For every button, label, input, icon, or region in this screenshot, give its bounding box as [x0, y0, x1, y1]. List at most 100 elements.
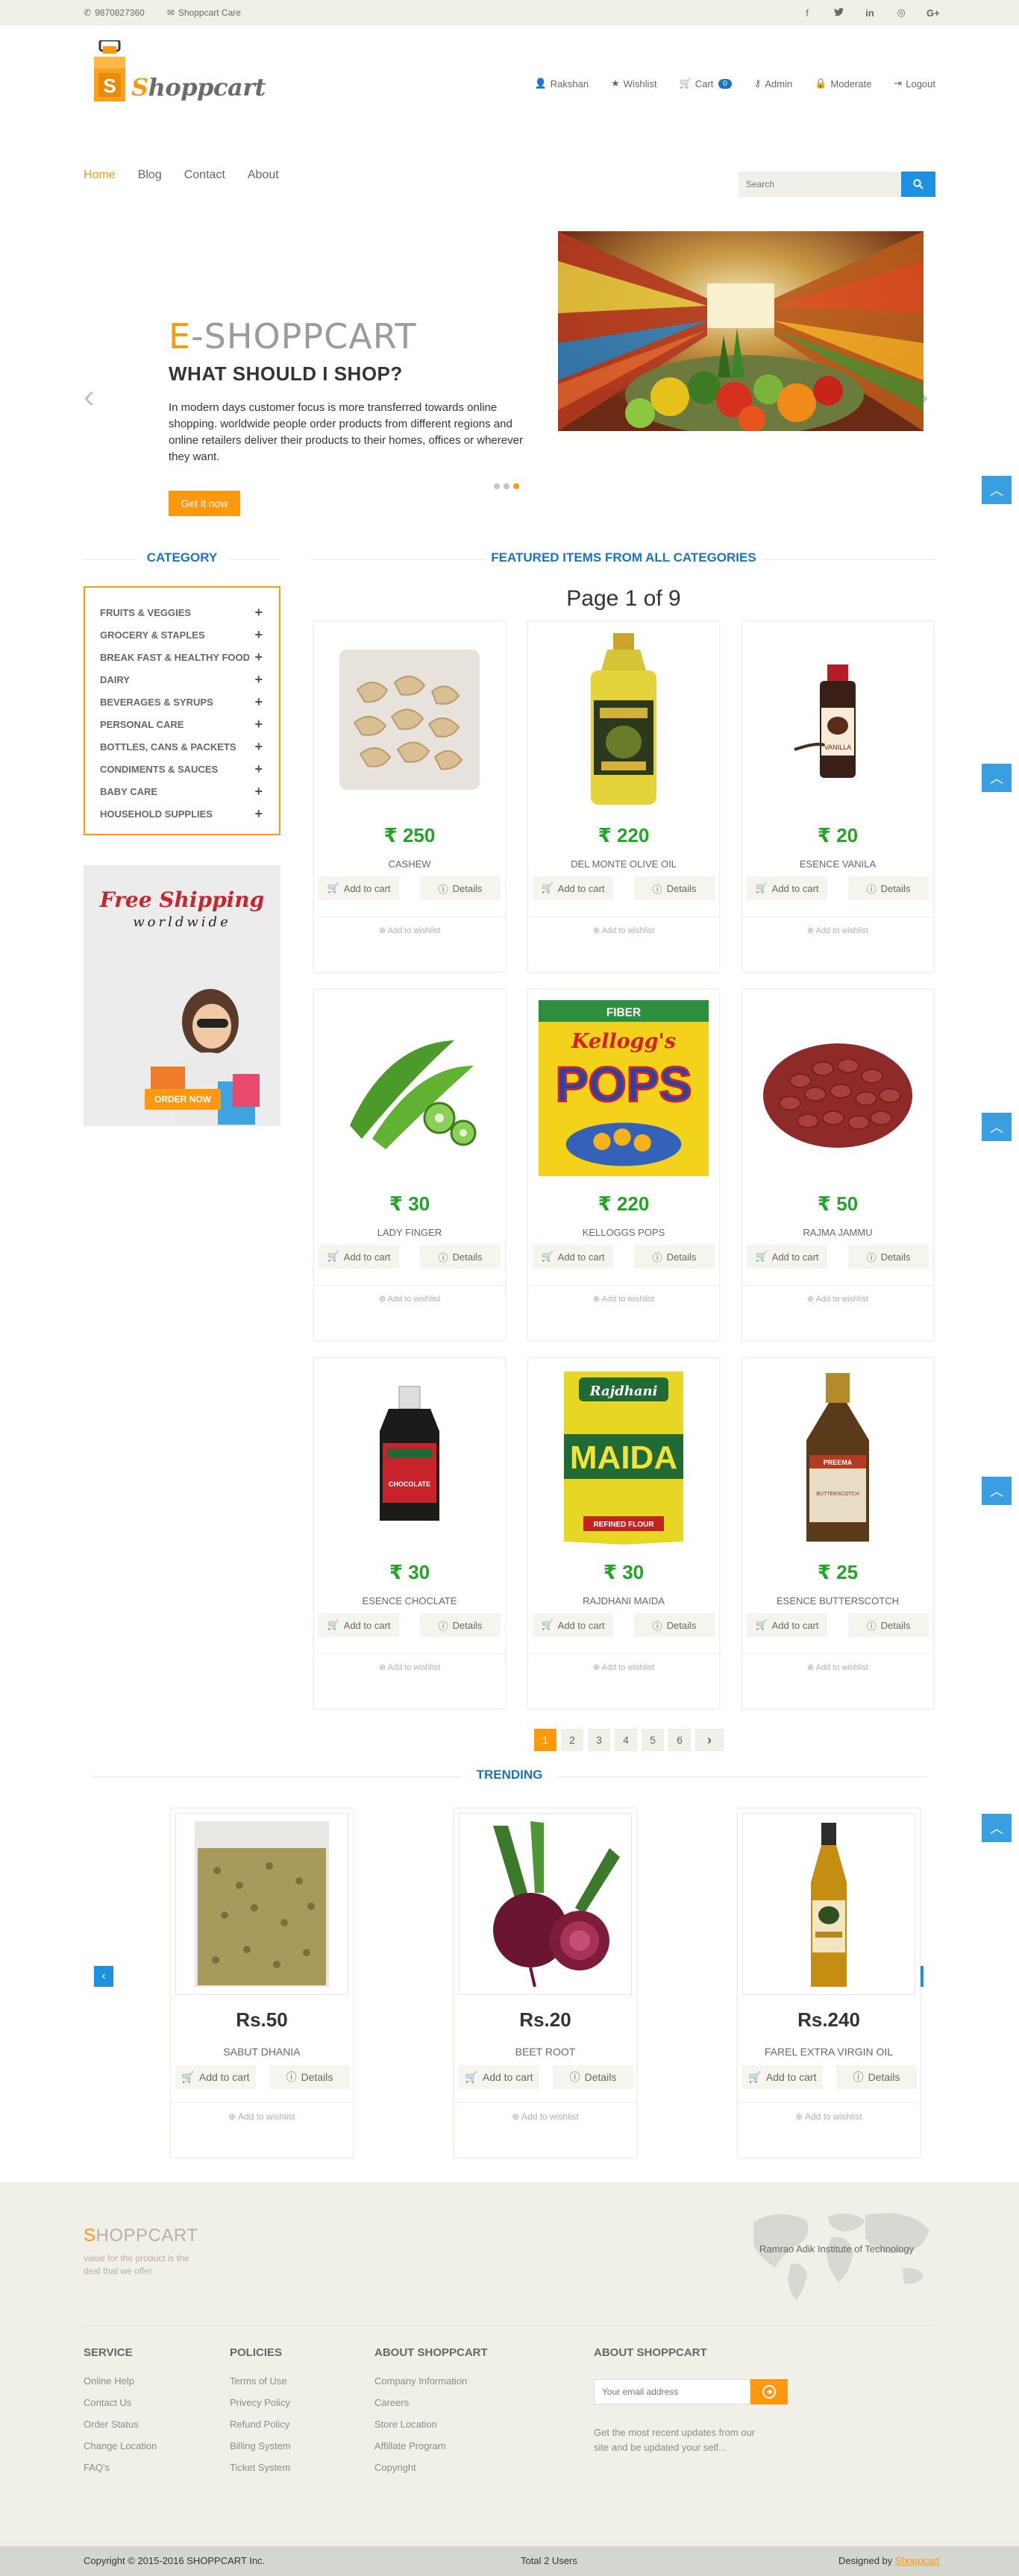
footer-link[interactable]: Online Help — [84, 2375, 157, 2387]
twitter-icon[interactable] — [833, 7, 844, 19]
slider-dot-3[interactable] — [513, 483, 519, 489]
add-to-wishlist-link[interactable]: ⊕ Add to wishlist — [742, 1294, 933, 1304]
page-link[interactable]: 6 — [668, 1729, 691, 1751]
moderate-link[interactable]: 🔒 Moderate — [815, 78, 871, 89]
footer-link[interactable]: Company Information — [374, 2375, 488, 2387]
add-to-cart-button[interactable]: 🛒 Add to cart — [319, 1245, 399, 1269]
add-to-wishlist-link[interactable]: ⊕ Add to wishlist — [454, 2111, 636, 2122]
email-input[interactable] — [594, 2379, 750, 2404]
category-item[interactable]: GROCERY & STAPLES + — [85, 623, 279, 646]
add-to-wishlist-link[interactable]: ⊕ Add to wishlist — [528, 926, 719, 935]
product-name[interactable]: ESENCE CHOCLATE — [314, 1595, 505, 1606]
page-link[interactable]: 5 — [642, 1729, 664, 1751]
add-to-cart-button[interactable]: 🛒 Add to cart — [742, 2065, 823, 2089]
next-page-button[interactable]: › — [695, 1729, 724, 1751]
phone-contact[interactable]: ✆ 9870827360 — [84, 7, 145, 18]
scroll-up-button[interactable]: ︿ — [982, 1477, 1012, 1505]
details-button[interactable]: ⓘ Details — [634, 876, 715, 900]
product-name[interactable]: LADY FINGER — [314, 1227, 505, 1238]
add-to-cart-button[interactable]: 🛒 Add to cart — [319, 876, 399, 900]
details-button[interactable]: ⓘ Details — [420, 876, 501, 900]
page-link[interactable]: 3 — [588, 1729, 610, 1751]
add-to-cart-button[interactable]: 🛒 Add to cart — [319, 1613, 399, 1637]
order-now-button[interactable]: ORDER NOW — [145, 1089, 221, 1110]
product-name[interactable]: FAREL EXTRA VIRGIN OIL — [738, 2046, 920, 2058]
logout-link[interactable]: ⇥ Logout — [894, 78, 935, 89]
footer-link[interactable]: Privecy Policy — [230, 2397, 291, 2408]
add-to-wishlist-link[interactable]: ⊕ Add to wishlist — [314, 1294, 505, 1304]
free-shipping-ad[interactable]: Free Shipping worldwide ORDER NOW — [84, 865, 280, 1126]
add-to-cart-button[interactable]: 🛒 Add to cart — [175, 2065, 256, 2089]
footer-link[interactable]: Contact Us — [84, 2397, 157, 2408]
category-item[interactable]: BREAK FAST & HEALTHY FOOD + — [85, 646, 279, 668]
category-item[interactable]: BABY CARE + — [85, 780, 279, 802]
add-to-cart-button[interactable]: 🛒 Add to cart — [459, 2065, 539, 2089]
product-name[interactable]: ESENCE BUTTERSCOTCH — [742, 1595, 933, 1606]
product-name[interactable]: BEET ROOT — [454, 2046, 636, 2058]
footer-link[interactable]: Order Status — [84, 2419, 157, 2430]
footer-link[interactable]: Billing System — [230, 2440, 291, 2451]
category-item[interactable]: BEVERAGES & SYRUPS + — [85, 691, 279, 713]
add-to-cart-button[interactable]: 🛒 Add to cart — [533, 1613, 613, 1637]
add-to-wishlist-link[interactable]: ⊕ Add to wishlist — [738, 2111, 920, 2122]
add-to-cart-button[interactable]: 🛒 Add to cart — [747, 1245, 827, 1269]
footer-link[interactable]: Refund Policy — [230, 2419, 291, 2430]
add-to-wishlist-link[interactable]: ⊕ Add to wishlist — [314, 926, 505, 935]
slider-dot-1[interactable] — [494, 483, 500, 489]
cart-link[interactable]: 🛒 Cart 0 — [680, 78, 732, 89]
care-contact[interactable]: ✉ Shoppcart Care — [167, 7, 241, 18]
details-button[interactable]: ⓘ Details — [836, 2065, 917, 2089]
product-name[interactable]: SABUT DHANIA — [171, 2046, 353, 2058]
trending-prev-button[interactable]: ‹ — [94, 1966, 113, 1987]
page-link[interactable]: 2 — [561, 1729, 583, 1751]
category-item[interactable]: PERSONAL CARE + — [85, 713, 279, 735]
category-item[interactable]: HOUSEHOLD SUPPLIES + — [85, 802, 279, 825]
details-button[interactable]: ⓘ Details — [420, 1613, 501, 1637]
add-to-cart-button[interactable]: 🛒 Add to cart — [747, 1613, 827, 1637]
facebook-icon[interactable]: f — [801, 7, 813, 19]
account-link[interactable]: 👤 Rakshan — [535, 78, 589, 89]
product-name[interactable]: RAJDHANI MAIDA — [528, 1595, 719, 1606]
category-item[interactable]: DAIRY + — [85, 668, 279, 691]
footer-link[interactable]: Terms of Use — [230, 2375, 291, 2387]
nav-blog[interactable]: Blog — [138, 169, 162, 182]
logo[interactable]: S Shoppcart — [93, 40, 266, 104]
slider-prev-arrow[interactable]: ‹ — [84, 380, 95, 413]
page-link[interactable]: 4 — [615, 1729, 637, 1751]
slider-dot-2[interactable] — [504, 483, 510, 489]
add-to-wishlist-link[interactable]: ⊕ Add to wishlist — [314, 1662, 505, 1672]
add-to-cart-button[interactable]: 🛒 Add to cart — [533, 876, 613, 900]
footer-link[interactable]: Affillate Program — [374, 2440, 488, 2451]
nav-home[interactable]: Home — [84, 169, 116, 182]
subscribe-button[interactable] — [750, 2379, 788, 2404]
footer-link[interactable]: Careers — [374, 2397, 488, 2408]
footer-link[interactable]: Ticket System — [230, 2462, 291, 2473]
linkedin-icon[interactable]: in — [864, 7, 876, 19]
scroll-up-button[interactable]: ︿ — [982, 476, 1012, 504]
google-plus-icon[interactable]: G+ — [926, 7, 940, 19]
add-to-wishlist-link[interactable]: ⊕ Add to wishlist — [528, 1662, 719, 1672]
add-to-cart-button[interactable]: 🛒 Add to cart — [747, 876, 827, 900]
footer-link[interactable]: FAQ's — [84, 2462, 157, 2473]
scroll-up-button[interactable]: ︿ — [982, 1113, 1012, 1141]
footer-link[interactable]: Change Location — [84, 2440, 157, 2451]
details-button[interactable]: ⓘ Details — [420, 1245, 501, 1269]
search-button[interactable] — [901, 172, 935, 197]
footer-link[interactable]: Copyright — [374, 2462, 488, 2473]
get-it-now-button[interactable]: Get it now — [169, 491, 240, 516]
footer-link[interactable]: Store Location — [374, 2419, 488, 2430]
add-to-wishlist-link[interactable]: ⊕ Add to wishlist — [171, 2111, 353, 2122]
product-name[interactable]: CASHEW — [314, 858, 505, 870]
add-to-wishlist-link[interactable]: ⊕ Add to wishlist — [528, 1294, 719, 1304]
product-name[interactable]: ESENCE VANILA — [742, 858, 933, 870]
scroll-up-button[interactable]: ︿ — [982, 1814, 1012, 1842]
product-name[interactable]: KELLOGGS POPS — [528, 1227, 719, 1238]
nav-about[interactable]: About — [248, 169, 279, 182]
designer-link[interactable]: Shoppcart — [895, 2555, 939, 2566]
search-input[interactable] — [739, 172, 901, 197]
add-to-wishlist-link[interactable]: ⊕ Add to wishlist — [742, 926, 933, 935]
add-to-cart-button[interactable]: 🛒 Add to cart — [533, 1245, 613, 1269]
dribbble-icon[interactable]: ◎ — [895, 7, 907, 19]
details-button[interactable]: ⓘ Details — [634, 1613, 715, 1637]
details-button[interactable]: ⓘ Details — [848, 1245, 929, 1269]
